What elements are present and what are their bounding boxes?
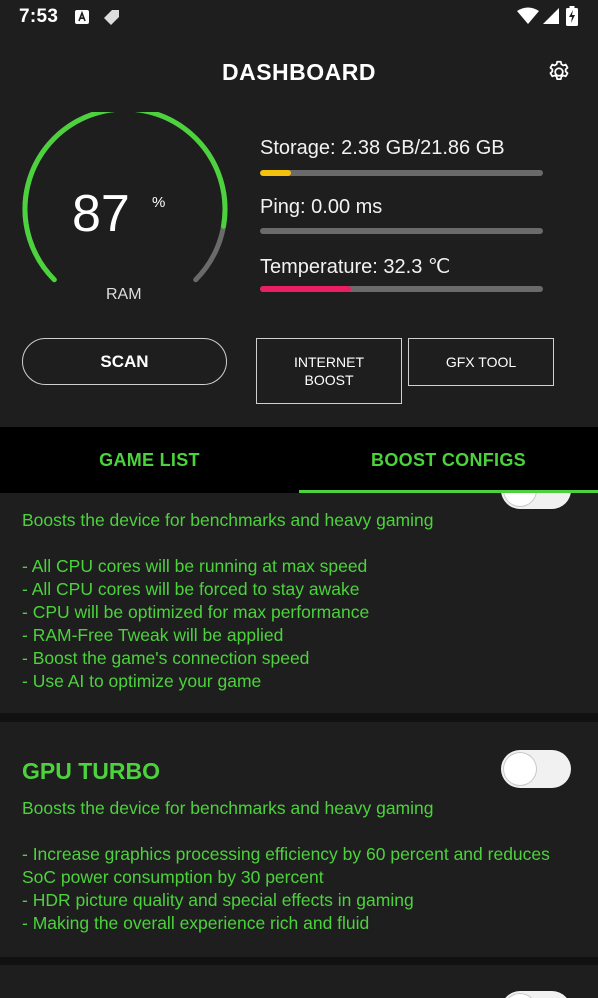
boost-toggle-switch[interactable] — [501, 991, 571, 998]
card-line: - Boost the game's connection speed — [22, 648, 310, 668]
card-line: - Making the overall experience rich and… — [22, 913, 370, 933]
notification-a-icon — [74, 9, 90, 30]
page-title: DASHBOARD — [222, 59, 376, 85]
internet-boost-label-line2: BOOST — [304, 372, 354, 388]
internet-boost-label-line1: INTERNET — [294, 354, 364, 370]
status-bar: 7:53 — [0, 0, 598, 34]
toggle-knob — [504, 753, 536, 785]
ping-stat: Ping: 0.00 ms — [260, 196, 550, 219]
ram-percent-value: 87 — [72, 185, 130, 243]
boost-config-card — [0, 965, 598, 998]
storage-text: Storage: 2.38 GB/21.86 GB — [260, 137, 505, 159]
dashboard-header: DASHBOARD 87 % RAM Storage: 2.38 GB/21.8… — [0, 34, 598, 427]
ram-label: RAM — [106, 286, 142, 303]
ram-percent-unit: % — [152, 194, 166, 211]
gfx-tool-button[interactable]: GFX TOOL — [408, 338, 554, 386]
boost-toggle-switch[interactable] — [501, 493, 571, 509]
temperature-bar-fill — [260, 286, 352, 292]
boost-config-list[interactable]: Boosts the device for benchmarks and hea… — [0, 493, 598, 998]
temperature-stat: Temperature: 32.3 ℃ — [260, 254, 550, 279]
scan-button[interactable]: SCAN — [22, 338, 227, 385]
gpu-turbo-toggle-switch[interactable] — [501, 750, 571, 788]
card-line: - All CPU cores will be forced to stay a… — [22, 579, 360, 599]
tag-icon — [101, 9, 121, 30]
gear-icon[interactable] — [546, 59, 572, 85]
tab-game-list[interactable]: GAME LIST — [0, 427, 299, 493]
card-subtitle: Boosts the device for benchmarks and hea… — [22, 798, 434, 818]
card-line: - RAM-Free Tweak will be applied — [22, 625, 284, 645]
tab-bar: GAME LIST BOOST CONFIGS — [0, 427, 598, 493]
storage-bar-fill — [260, 170, 291, 176]
card-line: - CPU will be optimized for max performa… — [22, 602, 370, 622]
tab-boost-configs[interactable]: BOOST CONFIGS — [299, 427, 598, 493]
signal-icon — [542, 7, 560, 30]
internet-boost-button[interactable]: INTERNET BOOST — [256, 338, 402, 404]
card-line: - Use AI to optimize your game — [22, 671, 262, 691]
temperature-text: Temperature: 32.3 ℃ — [260, 256, 451, 278]
card-line: - HDR picture quality and special effect… — [22, 890, 414, 910]
temperature-bar — [260, 286, 543, 292]
battery-charging-icon — [566, 6, 578, 31]
card-line: - All CPU cores will be running at max s… — [22, 556, 368, 576]
storage-stat: Storage: 2.38 GB/21.86 GB — [260, 137, 550, 160]
ping-text: Ping: 0.00 ms — [260, 196, 383, 218]
card-line: - Increase graphics processing efficienc… — [22, 844, 550, 887]
card-subtitle: Boosts the device for benchmarks and hea… — [22, 510, 434, 530]
gpu-turbo-card: GPU TURBO Boosts the device for benchmar… — [0, 722, 598, 957]
storage-bar — [260, 170, 543, 176]
wifi-icon — [517, 7, 539, 30]
toggle-knob — [504, 493, 536, 506]
toggle-knob — [504, 994, 536, 998]
boost-config-card: Boosts the device for benchmarks and hea… — [0, 493, 598, 713]
ping-bar — [260, 228, 543, 234]
status-time: 7:53 — [19, 6, 59, 27]
card-title: GPU TURBO — [22, 758, 160, 784]
